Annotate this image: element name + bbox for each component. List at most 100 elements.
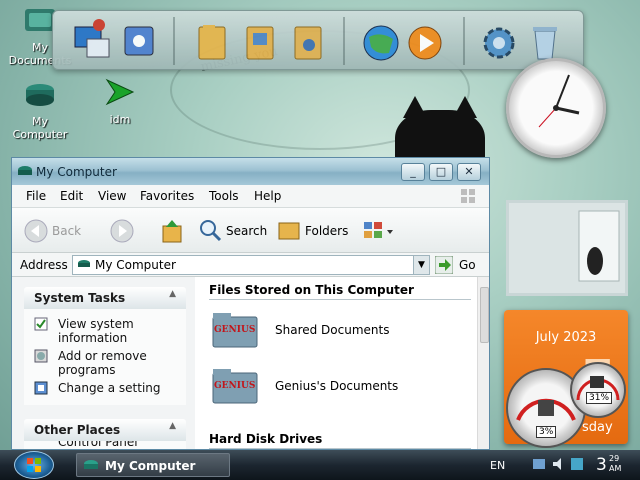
cat-photo-image — [509, 203, 625, 293]
menu-tools[interactable]: Tools — [209, 189, 239, 203]
window-titlebar[interactable]: My Computer _ □ ✕ — [12, 158, 489, 185]
desktop-icon-label: My Computer — [12, 115, 68, 141]
genius-documents-label[interactable]: Genius's Documents — [275, 379, 398, 393]
address-field[interactable]: My Computer ▼ — [72, 255, 430, 275]
folder-icon — [198, 25, 226, 60]
close-button[interactable]: ✕ — [457, 163, 481, 181]
clock-minute: 29 — [609, 454, 620, 463]
start-button[interactable] — [14, 451, 54, 479]
address-bar: Address My Computer ▼ Go — [12, 253, 489, 277]
task-view-system-info[interactable]: View system information — [34, 317, 164, 345]
taskbar-my-computer[interactable]: My Computer — [76, 453, 230, 477]
system-tasks-list: View system information Add or remove pr… — [24, 309, 186, 405]
drive-icon — [84, 460, 98, 469]
section-drives-title: Hard Disk Drives — [209, 432, 323, 446]
clock-gadget[interactable] — [506, 58, 606, 158]
clock-hour[interactable]: 3 — [596, 455, 607, 475]
control-panel-icon — [124, 26, 154, 56]
section-divider — [209, 448, 471, 449]
volume-tray-icon[interactable] — [551, 457, 565, 471]
address-label: Address — [20, 258, 68, 272]
go-arrow-icon[interactable] — [435, 256, 453, 274]
other-places-header[interactable]: Other Places ▲ — [24, 419, 186, 441]
menu-edit[interactable]: Edit — [60, 189, 83, 203]
shared-documents-label[interactable]: Shared Documents — [275, 323, 389, 337]
up-folder-button[interactable] — [160, 218, 184, 244]
search-label: Search — [226, 224, 268, 238]
menu-favorites[interactable]: Favorites — [140, 189, 194, 203]
task-add-remove-programs[interactable]: Add or remove programs — [34, 349, 164, 377]
taskbar-task-label: My Computer — [105, 459, 196, 473]
gear-icon — [483, 27, 515, 59]
system-tasks-header[interactable]: System Tasks ▲ — [24, 287, 186, 309]
dock-settings[interactable] — [477, 17, 521, 65]
slideshow-gadget[interactable] — [506, 200, 628, 296]
search-button[interactable]: Search — [198, 218, 278, 244]
memory-percent: 31% — [586, 392, 613, 404]
folders-button[interactable]: Folders — [277, 218, 357, 244]
genius-brand-label: GENIUS — [214, 381, 256, 391]
dock-separator — [343, 17, 345, 65]
views-button[interactable] — [362, 218, 396, 244]
back-arrow-icon — [24, 219, 48, 243]
search-icon — [200, 220, 222, 242]
desktop-icon-my-computer[interactable]: My Computer — [5, 80, 75, 141]
task-pane: System Tasks ▲ View system information A… — [12, 277, 195, 449]
windows-logo-icon — [461, 189, 475, 203]
dock-music[interactable] — [287, 17, 331, 65]
language-indicator[interactable]: EN — [490, 459, 505, 472]
security-tray-icon[interactable] — [570, 457, 584, 471]
address-value: My Computer — [95, 258, 176, 272]
address-dropdown-button[interactable]: ▼ — [413, 256, 429, 274]
back-button[interactable]: Back — [24, 219, 94, 243]
minimize-button[interactable]: _ — [401, 163, 425, 181]
folder-content: Files Stored on This Computer GENIUS Sha… — [195, 277, 477, 449]
place-control-panel[interactable]: Control Panel — [58, 441, 138, 449]
menu-file[interactable]: File — [26, 189, 46, 203]
memory-gauge[interactable]: 31% — [570, 362, 626, 418]
dock-control-panel[interactable] — [117, 17, 161, 65]
vertical-scrollbar[interactable] — [477, 277, 489, 449]
folders-icon — [278, 222, 300, 240]
dock-internet[interactable] — [359, 17, 403, 65]
idm-arrow-icon — [105, 78, 135, 106]
menu-help[interactable]: Help — [254, 189, 281, 203]
desktop-icon-idm[interactable]: idm — [85, 78, 155, 126]
genius-documents-folder-icon[interactable]: GENIUS — [211, 367, 261, 407]
back-label: Back — [52, 224, 82, 238]
taskbar: My Computer EN 3 29 AM — [0, 450, 640, 480]
task-change-setting[interactable]: Change a setting — [34, 381, 164, 395]
scrollbar-thumb[interactable] — [480, 287, 489, 343]
clock-face-icon — [538, 74, 580, 128]
media-player-icon — [408, 26, 442, 60]
my-computer-window: My Computer _ □ ✕ File Edit View Favorit… — [11, 157, 490, 450]
shared-documents-folder-icon[interactable]: GENIUS — [211, 311, 261, 351]
genius-brand-label: GENIUS — [214, 325, 256, 335]
section-files-title: Files Stored on This Computer — [209, 283, 414, 297]
dock-pictures[interactable] — [239, 17, 283, 65]
dock-folder[interactable] — [191, 17, 235, 65]
section-divider — [209, 299, 471, 300]
system-tasks-title: System Tasks — [34, 291, 126, 305]
maximize-button[interactable]: □ — [429, 163, 453, 181]
collapse-chevron-icon: ▲ — [169, 421, 176, 431]
menu-view[interactable]: View — [98, 189, 126, 203]
standard-toolbar: Back Search Folders — [12, 207, 489, 253]
calendar-month: July 2023 — [535, 330, 597, 345]
other-places-title: Other Places — [34, 423, 121, 437]
calendar-weekday: sday — [582, 420, 613, 435]
dock-media-player[interactable] — [403, 17, 447, 65]
windows-logo-icon — [27, 458, 41, 472]
dock-separator — [463, 17, 465, 65]
forward-button[interactable] — [110, 219, 134, 243]
menu-bar: File Edit View Favorites Tools Help — [12, 185, 489, 207]
memory-dial-icon — [576, 376, 620, 401]
network-tray-icon[interactable] — [532, 457, 546, 471]
dock-separator — [173, 17, 175, 65]
network-computer-icon — [74, 19, 110, 58]
document-check-icon — [34, 317, 48, 331]
computer-drive-icon — [26, 84, 54, 106]
go-button[interactable]: Go — [459, 258, 476, 272]
dock-network-computer[interactable] — [69, 17, 113, 65]
drive-icon — [18, 166, 32, 175]
